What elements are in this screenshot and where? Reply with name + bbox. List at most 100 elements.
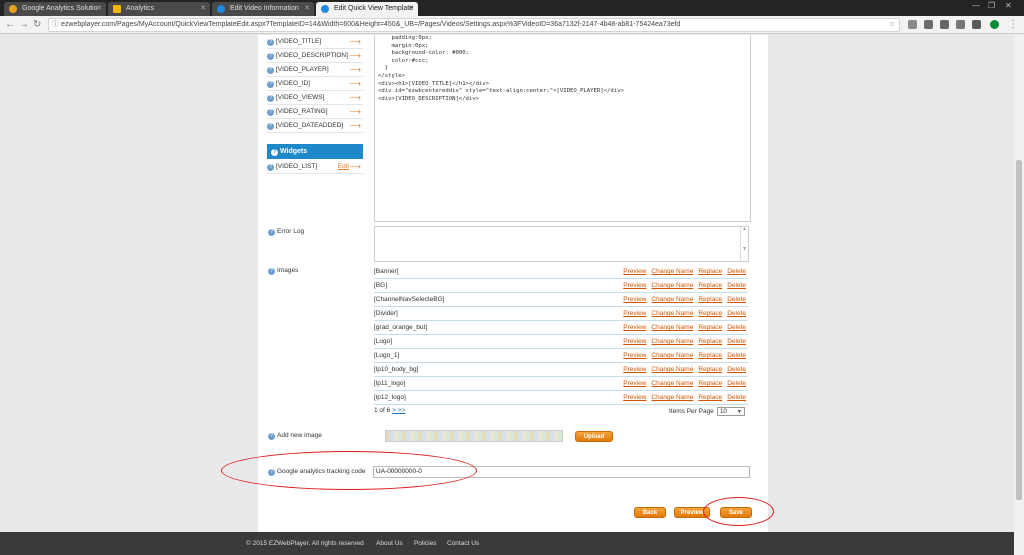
close-icon[interactable]: ✕	[408, 2, 414, 15]
widget-item[interactable]: ? [VIDEO_LIST] Edit ⟶	[267, 160, 363, 174]
delete-link[interactable]: Delete	[727, 394, 746, 401]
items-per-page-select[interactable]: 10 ▼	[716, 407, 745, 416]
extension-icon[interactable]	[972, 20, 981, 29]
widgets-header: ? Widgets	[267, 144, 363, 159]
delete-link[interactable]: Delete	[727, 324, 746, 331]
preview-link[interactable]: Preview	[623, 394, 646, 401]
browser-tab-active[interactable]: Edit Quick View Template ✕	[316, 2, 418, 16]
forward-arrow-icon[interactable]: →	[19, 18, 29, 32]
help-icon: ?	[268, 433, 275, 440]
extension-icon[interactable]	[940, 20, 949, 29]
field-item[interactable]: ? [VIDEO_DATEADDED] ⟶	[267, 119, 363, 133]
replace-link[interactable]: Replace	[698, 310, 722, 317]
replace-link[interactable]: Replace	[698, 380, 722, 387]
change-name-link[interactable]: Change Name	[651, 324, 693, 331]
widget-edit-link[interactable]: Edit	[338, 160, 349, 174]
change-name-link[interactable]: Change Name	[651, 282, 693, 289]
replace-link[interactable]: Replace	[698, 282, 722, 289]
field-label: [VIDEO_DESCRIPTION]	[276, 52, 348, 59]
delete-link[interactable]: Delete	[727, 268, 746, 275]
insert-arrow-icon[interactable]: ⟶	[350, 91, 361, 105]
close-icon[interactable]: ✕	[304, 2, 310, 15]
close-icon[interactable]: ✕	[200, 2, 206, 15]
star-icon[interactable]: ☆	[889, 19, 895, 31]
extension-icon[interactable]	[990, 20, 999, 29]
back-button[interactable]: Back	[634, 507, 666, 518]
delete-link[interactable]: Delete	[727, 310, 746, 317]
preview-link[interactable]: Preview	[623, 324, 646, 331]
extension-icon[interactable]	[956, 20, 965, 29]
browser-tab[interactable]: Edit Video Information ✕	[212, 2, 314, 16]
field-item[interactable]: ? [VIDEO_DESCRIPTION] ⟶	[267, 49, 363, 63]
insert-arrow-icon[interactable]: ⟶	[350, 49, 361, 63]
image-row: [lp12_logo] Preview Change Name Replace Dele…	[374, 391, 748, 405]
extension-icon[interactable]	[924, 20, 933, 29]
delete-link[interactable]: Delete	[727, 296, 746, 303]
field-item[interactable]: ? [VIDEO_TITLE] ⟶	[267, 35, 363, 49]
replace-link[interactable]: Replace	[698, 366, 722, 373]
change-name-link[interactable]: Change Name	[651, 380, 693, 387]
change-name-link[interactable]: Change Name	[651, 394, 693, 401]
widgets-title: Widgets	[280, 148, 308, 155]
insert-arrow-icon[interactable]: ⟶	[350, 105, 361, 119]
field-item[interactable]: ? [VIDEO_ID] ⟶	[267, 77, 363, 91]
delete-link[interactable]: Delete	[727, 380, 746, 387]
browser-tab[interactable]: Google Analytics Solutio ✕	[4, 2, 106, 16]
info-icon: ⓘ	[52, 21, 59, 28]
change-name-link[interactable]: Change Name	[651, 366, 693, 373]
url-input[interactable]: ⓘ ezwebplayer.com/Pages/MyAccount/QuickV…	[48, 18, 900, 32]
window-close-icon[interactable]: ✕	[1005, 1, 1012, 10]
replace-link[interactable]: Replace	[698, 268, 722, 275]
field-item[interactable]: ? [VIDEO_VIEWS] ⟶	[267, 91, 363, 105]
error-log-textarea[interactable]: ▲ ▼	[374, 226, 749, 262]
change-name-link[interactable]: Change Name	[651, 296, 693, 303]
insert-arrow-icon[interactable]: ⟶	[350, 77, 361, 91]
delete-link[interactable]: Delete	[727, 282, 746, 289]
contact-link[interactable]: Contact Us	[447, 532, 479, 555]
change-name-link[interactable]: Change Name	[651, 338, 693, 345]
field-item[interactable]: ? [VIDEO_RATING] ⟶	[267, 105, 363, 119]
scrollbar-thumb[interactable]	[1016, 160, 1022, 500]
insert-arrow-icon[interactable]: ⟶	[350, 35, 361, 49]
minimize-icon[interactable]: —	[972, 1, 980, 10]
delete-link[interactable]: Delete	[727, 338, 746, 345]
browser-tab[interactable]: Analytics ✕	[108, 2, 210, 16]
preview-link[interactable]: Preview	[623, 380, 646, 387]
restore-icon[interactable]: ❐	[988, 1, 995, 10]
preview-link[interactable]: Preview	[623, 338, 646, 345]
preview-link[interactable]: Preview	[623, 268, 646, 275]
back-arrow-icon[interactable]: ←	[5, 18, 15, 32]
next-page-link[interactable]: > >>	[392, 407, 405, 414]
policies-link[interactable]: Policies	[414, 532, 436, 555]
change-name-link[interactable]: Change Name	[651, 268, 693, 275]
replace-link[interactable]: Replace	[698, 394, 722, 401]
preview-link[interactable]: Preview	[623, 296, 646, 303]
preview-link[interactable]: Preview	[623, 310, 646, 317]
help-icon: ?	[267, 95, 274, 102]
textarea-scrollbar[interactable]: ▲ ▼	[740, 227, 748, 261]
field-item[interactable]: ? [VIDEO_PLAYER] ⟶	[267, 63, 363, 77]
template-code-textarea[interactable]: padding:0px; margin:0px; background-colo…	[374, 35, 751, 222]
replace-link[interactable]: Replace	[698, 338, 722, 345]
replace-link[interactable]: Replace	[698, 324, 722, 331]
change-name-link[interactable]: Change Name	[651, 310, 693, 317]
change-name-link[interactable]: Change Name	[651, 352, 693, 359]
replace-link[interactable]: Replace	[698, 352, 722, 359]
reload-icon[interactable]: ↻	[33, 18, 41, 32]
delete-link[interactable]: Delete	[727, 352, 746, 359]
close-icon[interactable]: ✕	[96, 2, 102, 15]
extension-icon[interactable]	[908, 20, 917, 29]
preview-link[interactable]: Preview	[623, 352, 646, 359]
preview-link[interactable]: Preview	[623, 282, 646, 289]
preview-link[interactable]: Preview	[623, 366, 646, 373]
insert-arrow-icon[interactable]: ⟶	[350, 63, 361, 77]
menu-icon[interactable]: ⋮	[1008, 18, 1018, 32]
insert-arrow-icon[interactable]: ⟶	[350, 119, 361, 133]
image-row: [lp10_body_bg] Preview Change Name Replace D…	[374, 363, 748, 377]
insert-arrow-icon[interactable]: ⟶	[350, 160, 361, 174]
file-input[interactable]	[385, 430, 563, 442]
replace-link[interactable]: Replace	[698, 296, 722, 303]
delete-link[interactable]: Delete	[727, 366, 746, 373]
upload-button[interactable]: Upload	[575, 431, 613, 442]
about-link[interactable]: About Us	[376, 532, 403, 555]
